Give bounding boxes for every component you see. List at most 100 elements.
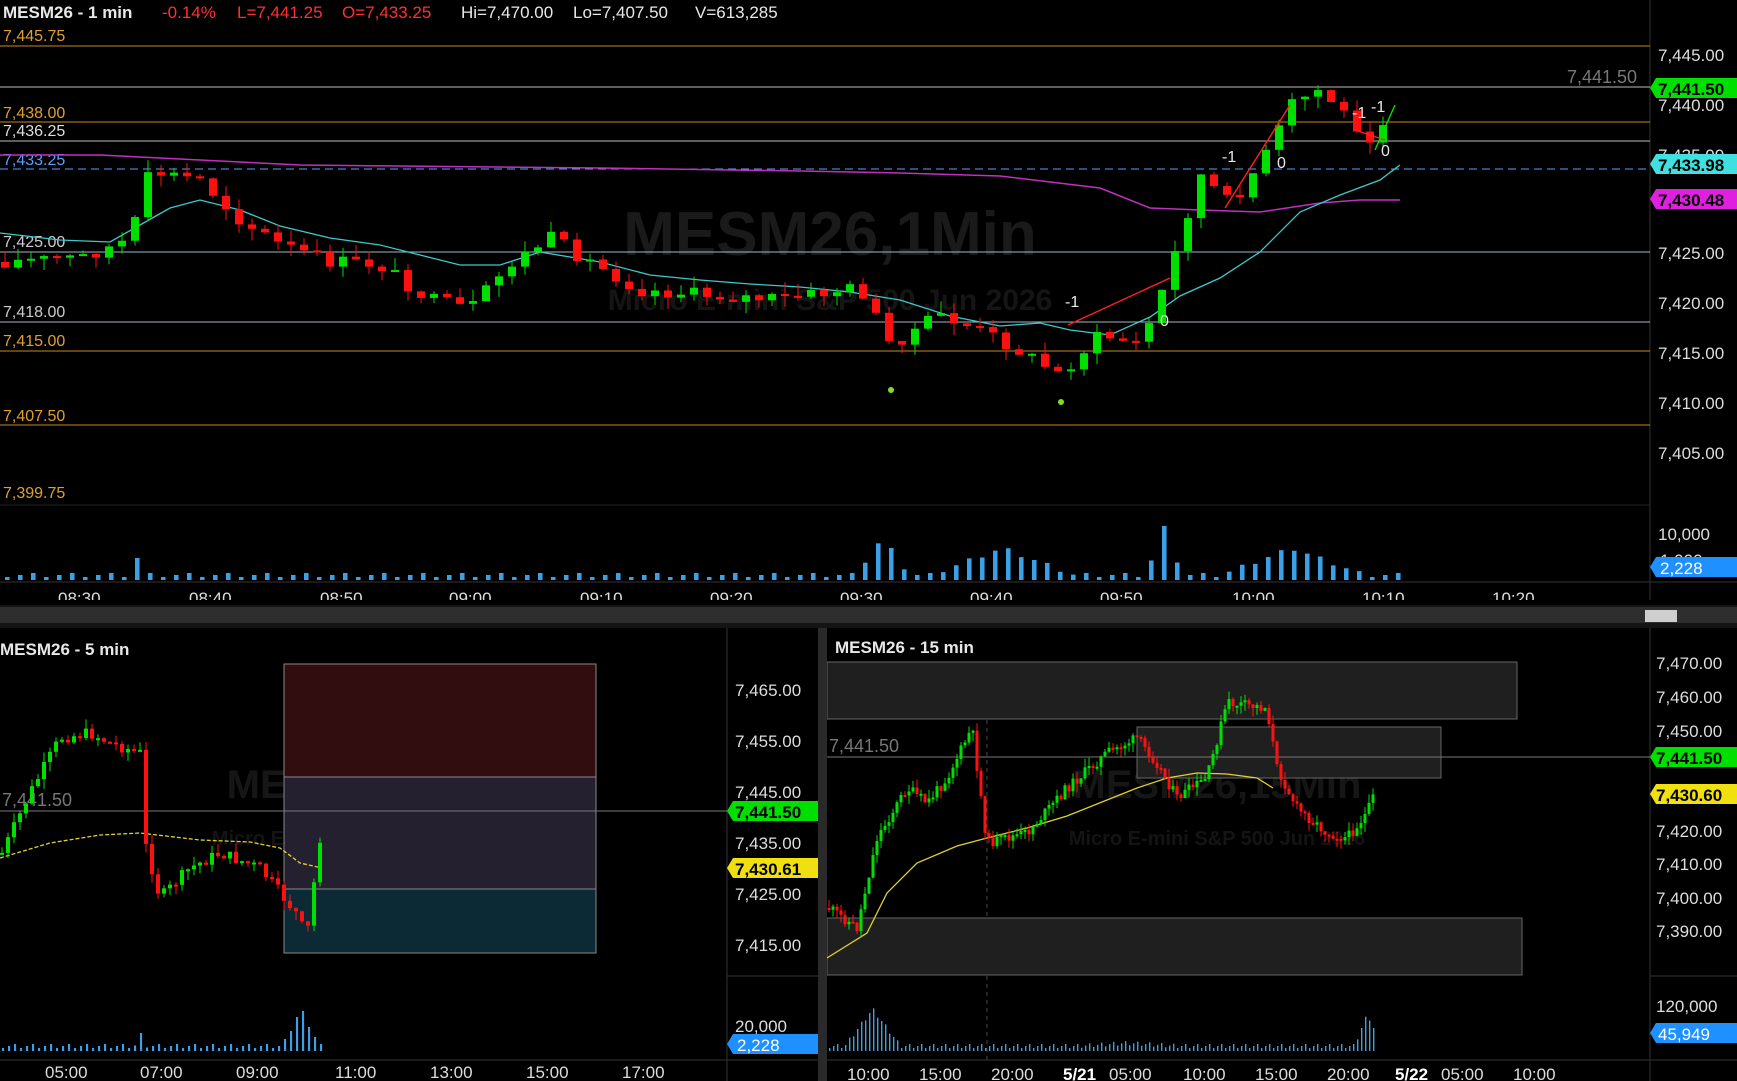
last-price-tag-text: 7,441.50 <box>1656 749 1722 768</box>
volume-bar <box>18 575 23 580</box>
volume-bar <box>308 1027 311 1051</box>
low-value: Lo=7,407.50 <box>573 3 668 22</box>
volume-bar <box>897 1040 899 1051</box>
high-value: Hi=7,470.00 <box>461 3 553 22</box>
reward-zone[interactable] <box>283 888 597 954</box>
volume-bar <box>272 1048 275 1051</box>
volume-bar <box>1157 1044 1159 1051</box>
volume-tag: 2,228 <box>727 1034 818 1055</box>
volume-bar <box>933 1044 935 1051</box>
chart-15min[interactable]: MESM26,15Min Micro E-mini S&P 500 Jun 20… <box>827 628 1737 1081</box>
volume-bar <box>230 1044 233 1051</box>
supply-zone[interactable] <box>827 661 1518 720</box>
volume-bar <box>1105 1046 1107 1051</box>
volume-bar <box>913 1048 915 1051</box>
volume-bar <box>1241 1046 1243 1051</box>
volume-bar <box>1189 1048 1191 1051</box>
demand-zone[interactable] <box>827 917 1523 976</box>
volume-bar <box>989 1046 991 1051</box>
candle <box>1210 172 1218 189</box>
volume-bar <box>296 1017 299 1051</box>
candle <box>867 877 871 895</box>
volume-bar <box>1117 1045 1119 1051</box>
volume-bar <box>921 1044 923 1051</box>
price-tick: 7,415.00 <box>735 936 801 955</box>
time-axis[interactable]: 10:00 15:00 20:00 5/21 05:00 10:00 15:00… <box>847 1065 1556 1081</box>
volume-bar <box>110 1048 113 1051</box>
volume-bar <box>1123 573 1128 580</box>
volume-bar <box>1136 577 1141 580</box>
volume-bar <box>1345 1048 1347 1051</box>
volume-bar <box>226 573 231 580</box>
volume-bar <box>1369 1020 1371 1051</box>
volume-bar <box>720 575 725 580</box>
risk-zone[interactable] <box>283 663 597 778</box>
volume-bar <box>1213 1048 1215 1051</box>
pane-divider[interactable] <box>818 628 827 1081</box>
volume-bar <box>1357 1039 1359 1051</box>
volume-bar <box>1266 557 1271 580</box>
volume-bar <box>694 573 699 580</box>
price-tick: 7,425.00 <box>735 885 801 904</box>
price-tick: 7,465.00 <box>735 681 801 700</box>
volume-bar <box>1065 1044 1067 1051</box>
supply-zone[interactable] <box>1136 726 1442 779</box>
volume-bar <box>236 1048 239 1051</box>
volume-bar <box>92 1048 95 1051</box>
volume-bar <box>1305 553 1310 580</box>
last-price-tag-text: 7,441.50 <box>1658 80 1724 99</box>
volume-bar <box>707 577 712 580</box>
entry-zone[interactable] <box>283 776 597 890</box>
volume-bar <box>1396 573 1401 580</box>
volume-bar <box>1013 1046 1015 1051</box>
volume-bar <box>949 1048 951 1051</box>
volume-bar <box>1045 562 1050 580</box>
volume-bar <box>1357 571 1362 580</box>
volume-bar <box>1293 1044 1295 1051</box>
vwap-price-tag-text: 7,433.98 <box>1658 156 1724 175</box>
candle <box>318 837 322 887</box>
last-price-ghost: 7,441.50 <box>1567 67 1637 87</box>
volume-bar <box>1297 1048 1299 1051</box>
volume-bar <box>109 573 114 580</box>
candle <box>1063 783 1067 801</box>
volume-bar <box>74 1048 77 1051</box>
time-tick: 09:40 <box>970 589 1013 600</box>
volume-bar <box>1181 1046 1183 1051</box>
volume-bar <box>278 1046 281 1051</box>
volume-bar <box>486 575 491 580</box>
volume-bar <box>1313 1046 1315 1051</box>
time-tick: 05:00 <box>1109 1065 1152 1081</box>
time-tick: 05:00 <box>1441 1065 1484 1081</box>
time-tick: 20:00 <box>1327 1065 1370 1081</box>
volume-bar <box>1305 1044 1307 1051</box>
volume-bar <box>865 1020 867 1051</box>
volume-bar <box>1097 577 1102 580</box>
volume-bar <box>616 573 621 580</box>
volume-bar <box>1249 1048 1251 1051</box>
time-tick: 17:00 <box>622 1063 665 1081</box>
time-tick: 05:00 <box>45 1063 88 1081</box>
volume-bar <box>973 1048 975 1051</box>
volume-bar <box>985 1048 987 1051</box>
volume-bar <box>849 1037 851 1051</box>
volume-bar <box>655 573 660 580</box>
volume-bar <box>877 1017 879 1051</box>
volume-bar <box>1141 1045 1143 1051</box>
volume-bar <box>1161 1043 1163 1051</box>
level-label: 7,415.00 <box>3 333 65 350</box>
volume-bar <box>242 1046 245 1051</box>
time-tick: 10:00 <box>1232 589 1275 600</box>
scrollbar-thumb[interactable] <box>1645 610 1677 622</box>
last-price-tag: 7,441.50 <box>727 801 818 822</box>
volume-bar <box>68 1044 71 1051</box>
volume-bar <box>1209 1044 1211 1051</box>
horizontal-scrollbar[interactable] <box>0 607 1737 623</box>
main-chart-1min[interactable]: MESM26,1Min Micro E-mini S&P 500 Jun 202… <box>0 0 1737 600</box>
chart-5min[interactable]: MESM26,5Min Micro E-mini S&P 500 Jun 202… <box>0 628 818 1081</box>
price-tick: 7,390.00 <box>1656 922 1722 941</box>
volume-bar <box>252 575 257 580</box>
volume-bar <box>1173 1043 1175 1051</box>
ma-price-tag: 7,430.61 <box>727 858 818 879</box>
volume-bar <box>1121 1043 1123 1051</box>
